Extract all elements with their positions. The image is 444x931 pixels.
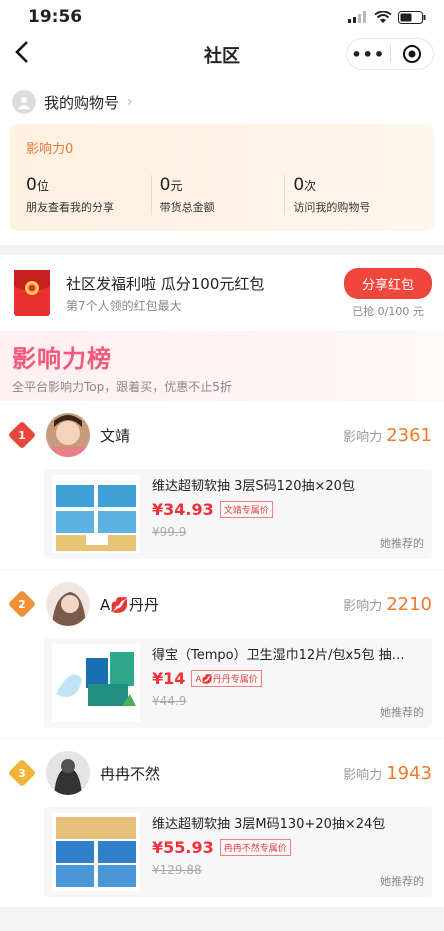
rank-medal-icon: 2 <box>7 589 37 619</box>
price-row: ¥55.93 冉冉不然专属价 <box>152 838 424 857</box>
exclusive-price-tag: 文靖专属价 <box>219 501 273 518</box>
share-red-packet-button[interactable]: 分享红包 <box>343 267 432 299</box>
back-arrow-icon[interactable] <box>14 40 30 71</box>
ranking-subtitle: 全平台影响力Top，跟着买，优惠不止5折 <box>12 380 232 394</box>
price-row: ¥34.93 文靖专属价 <box>152 500 424 519</box>
stat-unit: 次 <box>304 179 317 193</box>
influence-card: 影响力0 0位 朋友查看我的分享 0元 带货总金额 0次 访问我的购物号 <box>10 124 434 231</box>
recommended-by-label: 她推荐的 <box>380 537 424 550</box>
user-name: A💋丹丹 <box>100 595 159 614</box>
stat-visits[interactable]: 0次 访问我的购物号 <box>284 175 418 215</box>
product-title: 维达超韧软抽 3层M码130+20抽×24包 <box>152 817 386 832</box>
product-title: 维达超韧软抽 3层S码120抽×20包 <box>152 479 355 494</box>
price-row: ¥14 A💋丹丹专属价 <box>152 669 424 688</box>
signal-icon <box>348 11 366 23</box>
red-packet-actions: 分享红包 已抢 0/100 元 <box>343 267 432 319</box>
nav-bar: 社区 ••• <box>0 34 444 76</box>
recommended-by-label: 她推荐的 <box>380 706 424 719</box>
ranking-entry-header[interactable]: 2 A💋丹丹 影响力 2210 <box>7 582 432 626</box>
status-bar: 19:56 <box>0 0 444 34</box>
ranking-entry: 3 冉冉不然 影响力 1943 维达超韧软抽 3层M码130+20抽×24包 ¥… <box>0 739 444 908</box>
influence-score: 1943 <box>386 762 432 784</box>
ranking-title: 影响力榜 <box>12 345 112 373</box>
product-info: 维达超韧软抽 3层M码130+20抽×24包 ¥55.93 冉冉不然专属价 ¥1… <box>152 813 424 891</box>
red-envelope-icon <box>14 270 50 316</box>
target-icon[interactable] <box>391 44 434 64</box>
stat-label: 朋友查看我的分享 <box>26 201 114 214</box>
influence-stats: 0位 朋友查看我的分享 0元 带货总金额 0次 访问我的购物号 <box>26 175 418 215</box>
red-packet-subtitle: 第7个人领的红包最大 <box>66 298 182 313</box>
product-info: 得宝（Tempo）卫生湿巾12片/包x5包 抽… ¥14 A💋丹丹专属价 ¥44… <box>152 644 424 722</box>
influence-label: 影响力 <box>343 598 383 614</box>
red-packet-banner[interactable]: 社区发福利啦 瓜分100元红包 第7个人领的红包最大 分享红包 已抢 0/100… <box>0 255 444 331</box>
stat-label: 访问我的购物号 <box>293 201 371 214</box>
ranking-list: 1 文靖 影响力 2361 维达超韧软抽 3层S码120抽×20包 ¥34.93… <box>0 401 444 908</box>
product-price: ¥55.93 <box>152 838 214 857</box>
ranking-entry-header[interactable]: 1 文靖 影响力 2361 <box>7 413 432 457</box>
red-packet-text: 社区发福利啦 瓜分100元红包 第7个人领的红包最大 <box>66 273 344 314</box>
exclusive-price-tag: 冉冉不然专属价 <box>219 839 291 856</box>
user-avatar[interactable] <box>46 413 90 457</box>
product-info: 维达超韧软抽 3层S码120抽×20包 ¥34.93 文靖专属价 ¥99.9 她… <box>152 475 424 553</box>
status-icons <box>348 10 426 24</box>
stat-value: 0 <box>159 175 171 195</box>
product-price: ¥34.93 <box>152 500 214 519</box>
influence-score: 2210 <box>386 593 432 615</box>
user-avatar[interactable] <box>46 751 90 795</box>
stat-value: 0 <box>293 175 305 195</box>
rank-medal-icon: 1 <box>7 420 37 450</box>
product-price: ¥14 <box>152 669 186 688</box>
more-dots-icon[interactable]: ••• <box>347 45 390 64</box>
red-packet-title: 社区发福利啦 瓜分100元红包 <box>66 274 265 293</box>
rank-number: 2 <box>18 597 26 611</box>
stat-unit: 元 <box>170 179 183 193</box>
recommended-by-label: 她推荐的 <box>380 875 424 888</box>
my-account-link[interactable]: 我的购物号 › <box>10 84 434 124</box>
user-name: 冉冉不然 <box>100 764 161 783</box>
ranking-entry-header[interactable]: 3 冉冉不然 影响力 1943 <box>7 751 432 795</box>
recommended-product[interactable]: 维达超韧软抽 3层M码130+20抽×24包 ¥55.93 冉冉不然专属价 ¥1… <box>44 807 432 897</box>
recommended-product[interactable]: 得宝（Tempo）卫生湿巾12片/包x5包 抽… ¥14 A💋丹丹专属价 ¥44… <box>44 638 432 728</box>
influence-label: 影响力 <box>343 429 383 445</box>
rank-number: 3 <box>18 766 26 780</box>
battery-icon <box>398 10 426 24</box>
influence-score: 2361 <box>386 424 432 446</box>
user-avatar-icon <box>12 90 36 114</box>
wifi-icon <box>374 10 392 23</box>
stat-unit: 位 <box>36 179 49 193</box>
product-image <box>52 475 140 553</box>
influence-label: 影响力 <box>343 767 383 783</box>
ranking-entry: 2 A💋丹丹 影响力 2210 得宝（Tempo）卫生湿巾12片/包x5包 抽…… <box>0 570 444 739</box>
page-title: 社区 <box>204 46 240 67</box>
user-avatar[interactable] <box>46 582 90 626</box>
stat-label: 带货总金额 <box>159 201 215 214</box>
product-image <box>52 813 140 891</box>
profile-section: 我的购物号 › 影响力0 0位 朋友查看我的分享 0元 带货总金额 0次 访问我… <box>0 76 444 245</box>
chevron-right-icon: › <box>127 94 133 110</box>
my-account-label: 我的购物号 <box>44 93 120 112</box>
ranking-entry: 1 文靖 影响力 2361 维达超韧软抽 3层S码120抽×20包 ¥34.93… <box>0 401 444 570</box>
user-name: 文靖 <box>100 426 131 445</box>
product-image <box>52 644 140 722</box>
stat-value: 0 <box>26 175 37 195</box>
stat-sales-amount[interactable]: 0元 带货总金额 <box>150 175 285 215</box>
status-time: 19:56 <box>28 7 83 27</box>
red-packet-progress: 已抢 0/100 元 <box>352 304 424 318</box>
rank-medal-icon: 3 <box>7 758 37 788</box>
product-title: 得宝（Tempo）卫生湿巾12片/包x5包 抽… <box>152 648 405 663</box>
recommended-product[interactable]: 维达超韧软抽 3层S码120抽×20包 ¥34.93 文靖专属价 ¥99.9 她… <box>44 469 432 559</box>
stat-friends-viewed[interactable]: 0位 朋友查看我的分享 <box>26 175 151 215</box>
influence-title: 影响力0 <box>26 142 74 157</box>
rank-number: 1 <box>18 428 26 442</box>
mini-program-capsule: ••• <box>346 38 434 70</box>
exclusive-price-tag: A💋丹丹专属价 <box>191 670 262 687</box>
ranking-header: 影响力榜 全平台影响力Top，跟着买，优惠不止5折 <box>0 331 444 401</box>
